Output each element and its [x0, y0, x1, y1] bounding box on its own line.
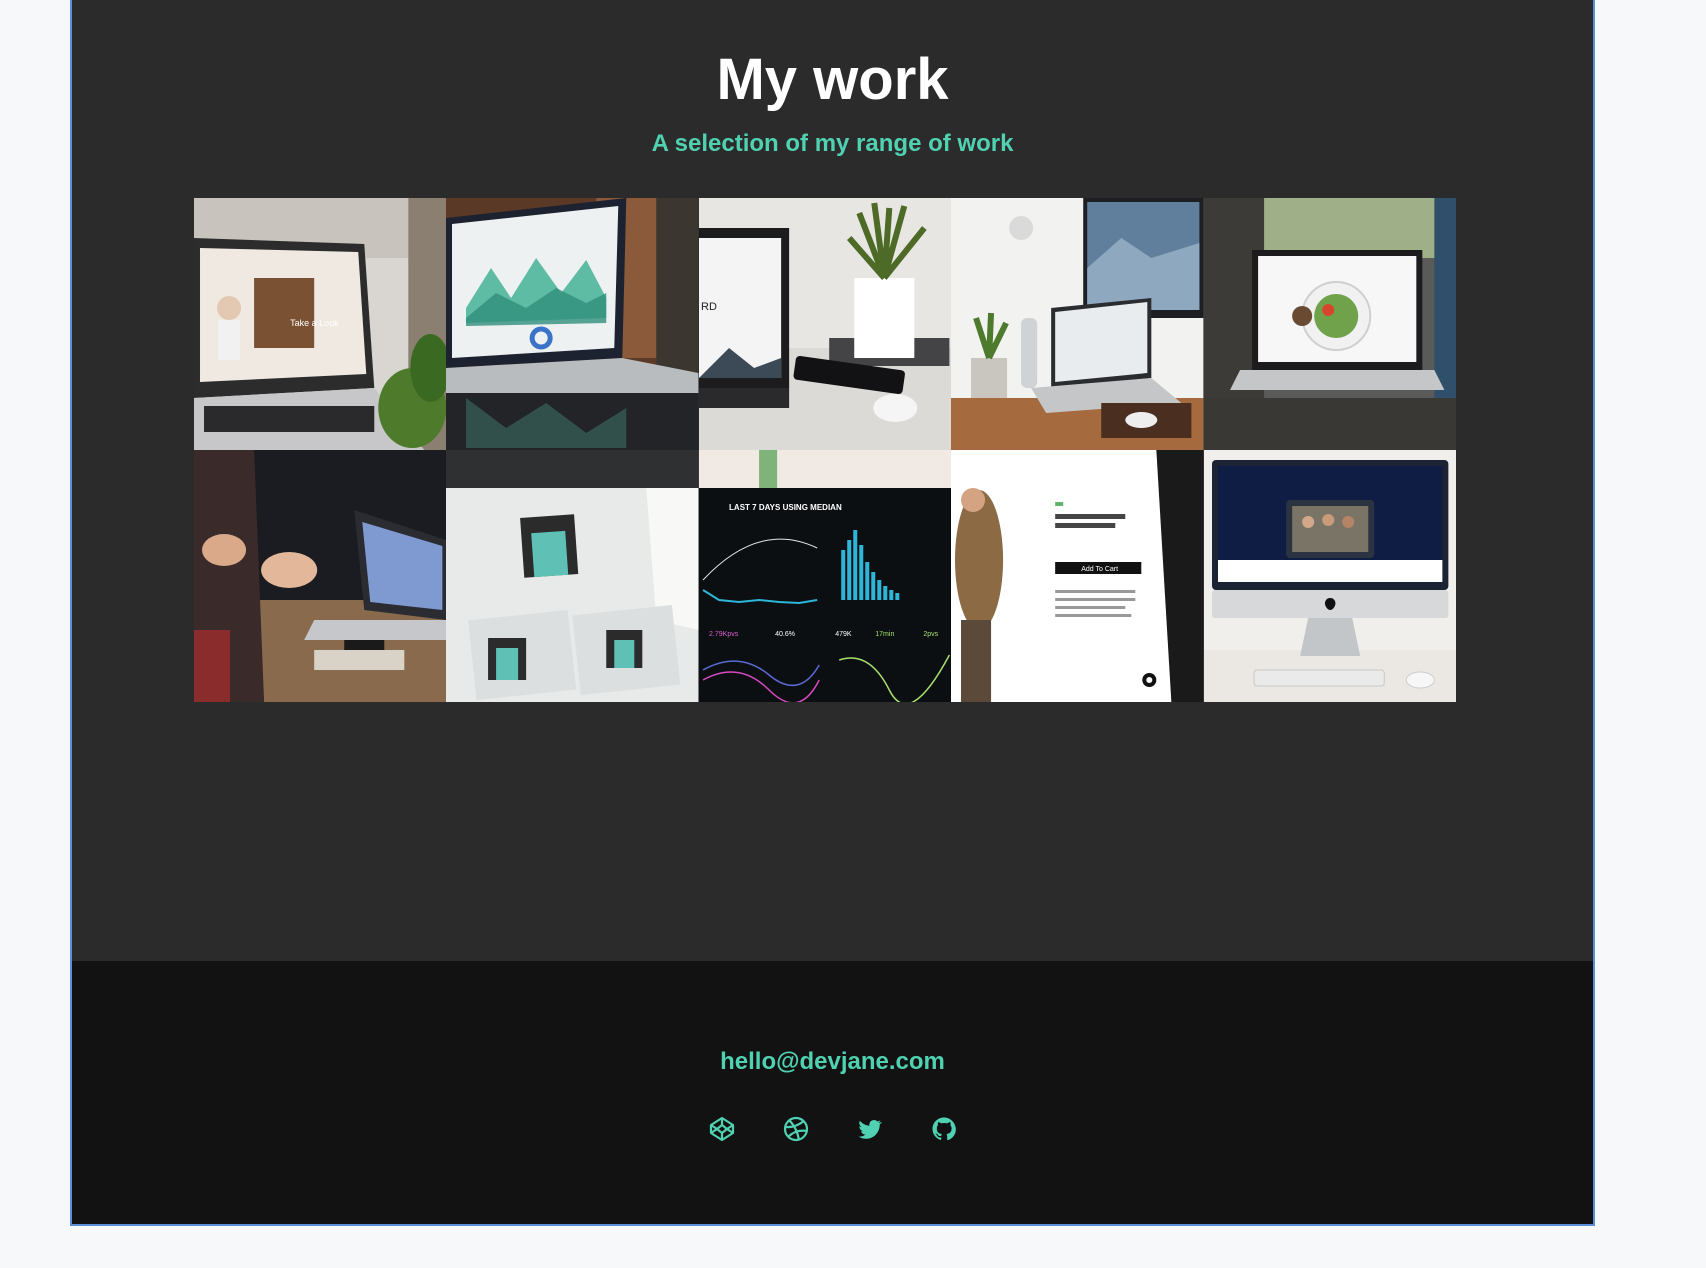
dashboard-stat: 2.79Kpvs: [709, 631, 739, 638]
dashboard-stat: 17min: [875, 631, 894, 638]
add-to-cart-text: Add To Cart: [1081, 566, 1118, 573]
laptop-food-site-image: [1203, 198, 1456, 450]
github-icon[interactable]: [931, 1116, 957, 1142]
desk-setup-image: [951, 198, 1204, 450]
social-links: [72, 1116, 1593, 1146]
twitter-icon[interactable]: [857, 1116, 883, 1142]
desktop-team-image: [1203, 450, 1456, 702]
dark-dashboard-image: LAST 7 DAYS USING MEDIAN 2.79Kpvs 40.6% …: [698, 450, 952, 702]
contact-email-link[interactable]: hello@devjane.com: [72, 1046, 1593, 1078]
portfolio-item-10[interactable]: [1203, 450, 1456, 702]
portfolio-item-4[interactable]: [951, 198, 1204, 450]
portfolio-item-7[interactable]: T: [446, 450, 699, 702]
work-section: My work A selection of my range of work: [72, 0, 1593, 962]
portfolio-item-5[interactable]: [1203, 198, 1456, 450]
footer: [72, 961, 1593, 1224]
dashboard-heading: LAST 7 DAYS USING MEDIAN: [729, 503, 842, 512]
dashboard-stat: 2pvs: [923, 631, 938, 638]
codepen-icon[interactable]: [709, 1116, 735, 1142]
page-subtitle: A selection of my range of work: [651, 130, 1014, 157]
page-frame: My work A selection of my range of work: [70, 0, 1595, 1226]
tile-image-text: RD: [701, 301, 717, 313]
portfolio-item-9[interactable]: Add To Cart: [951, 450, 1204, 702]
dashboard-stat: 479K: [835, 631, 852, 638]
laptop-plant-image: RD: [698, 198, 952, 450]
portfolio-item-8[interactable]: LAST 7 DAYS USING MEDIAN 2.79Kpvs 40.6% …: [698, 450, 952, 702]
portfolio-grid: Take a Look RD T LAST 7 DAYS USING MEDIA…: [194, 198, 1456, 702]
tile-image-text: Take a Look: [290, 318, 339, 328]
laptop-interior-site-image: Take a Look: [194, 198, 447, 450]
dashboard-stat: 40.6%: [775, 631, 795, 638]
portfolio-item-1[interactable]: Take a Look: [194, 198, 447, 450]
logo-mockups-image: T: [446, 450, 699, 702]
dribbble-icon[interactable]: [783, 1116, 809, 1142]
hands-laptop-image: [194, 450, 447, 702]
portfolio-item-2[interactable]: [446, 198, 699, 450]
page-title: My work: [716, 47, 949, 112]
portfolio-item-3[interactable]: RD: [698, 198, 952, 450]
product-page-image: Add To Cart: [951, 450, 1204, 702]
portfolio-item-6[interactable]: [194, 450, 447, 702]
laptop-analytics-image: [446, 198, 699, 450]
